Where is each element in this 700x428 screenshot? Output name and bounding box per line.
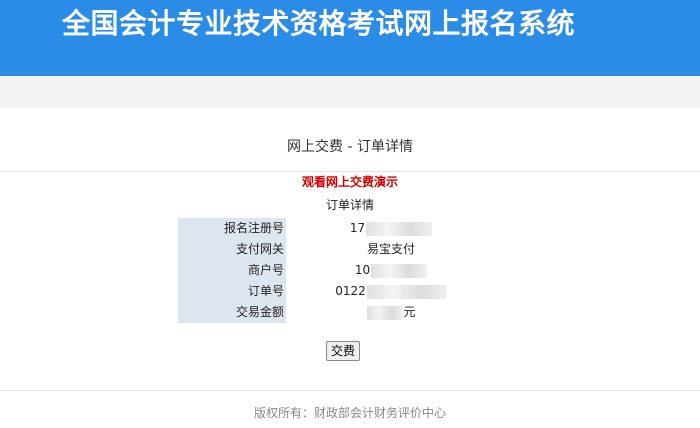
registration-number-value: 17 xyxy=(286,218,496,239)
order-detail-table: 报名注册号 17 支付网关 易宝支付 商户号 10 订单号 0122 交易金额 … xyxy=(178,218,496,323)
registration-number-label: 报名注册号 xyxy=(178,218,286,239)
amount-label: 交易金额 xyxy=(178,302,286,323)
redacted-mask xyxy=(367,305,404,320)
divider xyxy=(0,171,700,172)
merchant-number-text: 10 xyxy=(354,263,371,277)
page-title: 网上交费 - 订单详情 xyxy=(287,139,413,155)
order-number-text: 0122 xyxy=(335,284,366,298)
pay-button[interactable]: 交费 xyxy=(326,341,360,361)
payment-gateway-label: 支付网关 xyxy=(178,239,286,260)
site-title: 全国会计专业技术资格考试网上报名系统 xyxy=(62,7,576,40)
divider xyxy=(0,390,700,391)
table-row: 交易金额 元 xyxy=(178,302,496,323)
table-row: 订单号 0122 xyxy=(178,281,496,302)
registration-number-text: 17 xyxy=(349,221,366,235)
merchant-number-value: 10 xyxy=(286,260,496,281)
order-number-value: 0122 xyxy=(286,281,496,302)
section-title: 订单详情 xyxy=(325,198,374,212)
redacted-mask xyxy=(371,263,428,278)
nav-bar xyxy=(0,76,700,108)
header-banner: 全国会计专业技术资格考试网上报名系统 xyxy=(0,0,700,76)
redacted-mask xyxy=(366,221,433,236)
payment-gateway-value: 易宝支付 xyxy=(286,239,496,260)
table-row: 支付网关 易宝支付 xyxy=(178,239,496,260)
table-row: 报名注册号 17 xyxy=(178,218,496,239)
payment-gateway-text: 易宝支付 xyxy=(366,242,415,256)
order-number-label: 订单号 xyxy=(178,281,286,302)
amount-unit: 元 xyxy=(403,305,416,319)
redacted-mask xyxy=(366,284,447,299)
footer-copyright: 版权所有：财政部会计财务评价中心 xyxy=(253,406,446,420)
amount-value: 元 xyxy=(286,302,496,323)
merchant-number-label: 商户号 xyxy=(178,260,286,281)
table-row: 商户号 10 xyxy=(178,260,496,281)
demo-video-link[interactable]: 观看网上交费演示 xyxy=(0,174,700,190)
